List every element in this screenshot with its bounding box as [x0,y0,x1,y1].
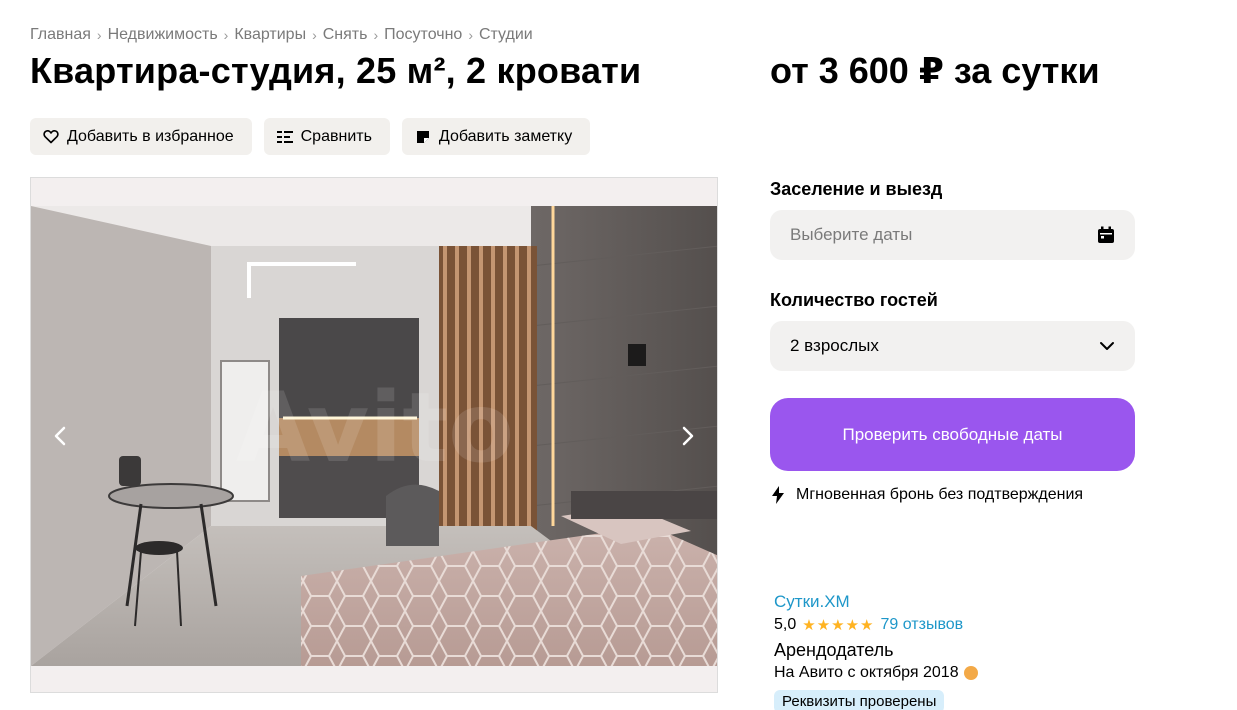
instant-booking-note: Мгновенная бронь без подтверждения [772,486,1083,504]
guests-label: Количество гостей [770,290,938,310]
dates-label: Заселение и выезд [770,179,943,199]
seller-name-link[interactable]: Сутки.ХМ [774,592,850,612]
listing-title: Квартира-студия, 25 м², 2 кровати [30,50,642,91]
photo-gallery[interactable]: Avito [30,177,718,693]
guests-select[interactable]: 2 взрослых [770,321,1135,371]
seller-rating: 5,0 ★★★★★ 79 отзывов [774,616,963,634]
gallery-next-button[interactable] [673,418,703,454]
chevron-right-icon [682,426,694,446]
listing-price: от 3 600 ₽ за сутки [770,50,1100,91]
reviews-link[interactable]: 79 отзывов [881,616,964,634]
breadcrumb-item-home[interactable]: Главная [30,26,91,44]
breadcrumb-separator: › [373,27,379,43]
dates-placeholder: Выберите даты [790,225,913,244]
add-to-favorites-button[interactable]: Добавить в избранное [30,118,252,155]
dates-field[interactable]: Выберите даты [770,210,1135,260]
listing-actions: Добавить в избранное Сравнить Добавить з… [30,118,591,155]
lightning-icon [772,486,788,504]
breadcrumb-separator: › [223,27,229,43]
chevron-left-icon [54,426,66,446]
add-to-favorites-label: Добавить в избранное [67,127,234,145]
breadcrumb-separator: › [468,27,473,43]
medal-icon [963,666,978,680]
listing-photo: Avito [31,206,717,666]
seller-since: На Авито с октября 2018 [774,664,978,682]
rating-value: 5,0 [774,616,797,633]
check-availability-button[interactable]: Проверить свободные даты [770,398,1135,471]
breadcrumb-item-realty[interactable]: Недвижимость [108,26,218,44]
breadcrumb-item-apartments[interactable]: Квартиры [234,26,306,44]
breadcrumb-item-daily[interactable]: Посуточно [384,26,462,44]
guests-value: 2 взрослых [790,336,879,355]
add-note-label: Добавить заметку [438,127,573,145]
seller-since-text: На Авито с октября 2018 [774,664,959,681]
rating-stars: ★★★★★ [802,617,875,634]
instant-booking-text: Мгновенная бронь без подтверждения [796,486,1084,503]
calendar-icon [1098,226,1114,243]
breadcrumb-item-studios[interactable]: Студии [479,26,533,44]
svg-text:Avito: Avito [236,372,514,484]
compare-icon [276,128,294,146]
verified-badge: Реквизиты проверены [774,690,945,710]
seller-type: Арендодатель [774,640,894,660]
compare-label: Сравнить [300,127,372,145]
gallery-prev-button[interactable] [45,418,75,454]
breadcrumb-item-rent[interactable]: Снять [323,26,368,44]
note-icon [414,128,432,146]
heart-icon [42,128,60,146]
breadcrumb: Главная › Недвижимость › Квартиры › Снят… [30,26,533,44]
breadcrumb-separator: › [96,27,102,43]
breadcrumb-separator: › [312,27,317,43]
compare-button[interactable]: Сравнить [263,118,390,155]
chevron-down-icon [1100,342,1114,350]
add-note-button[interactable]: Добавить заметку [401,118,591,155]
